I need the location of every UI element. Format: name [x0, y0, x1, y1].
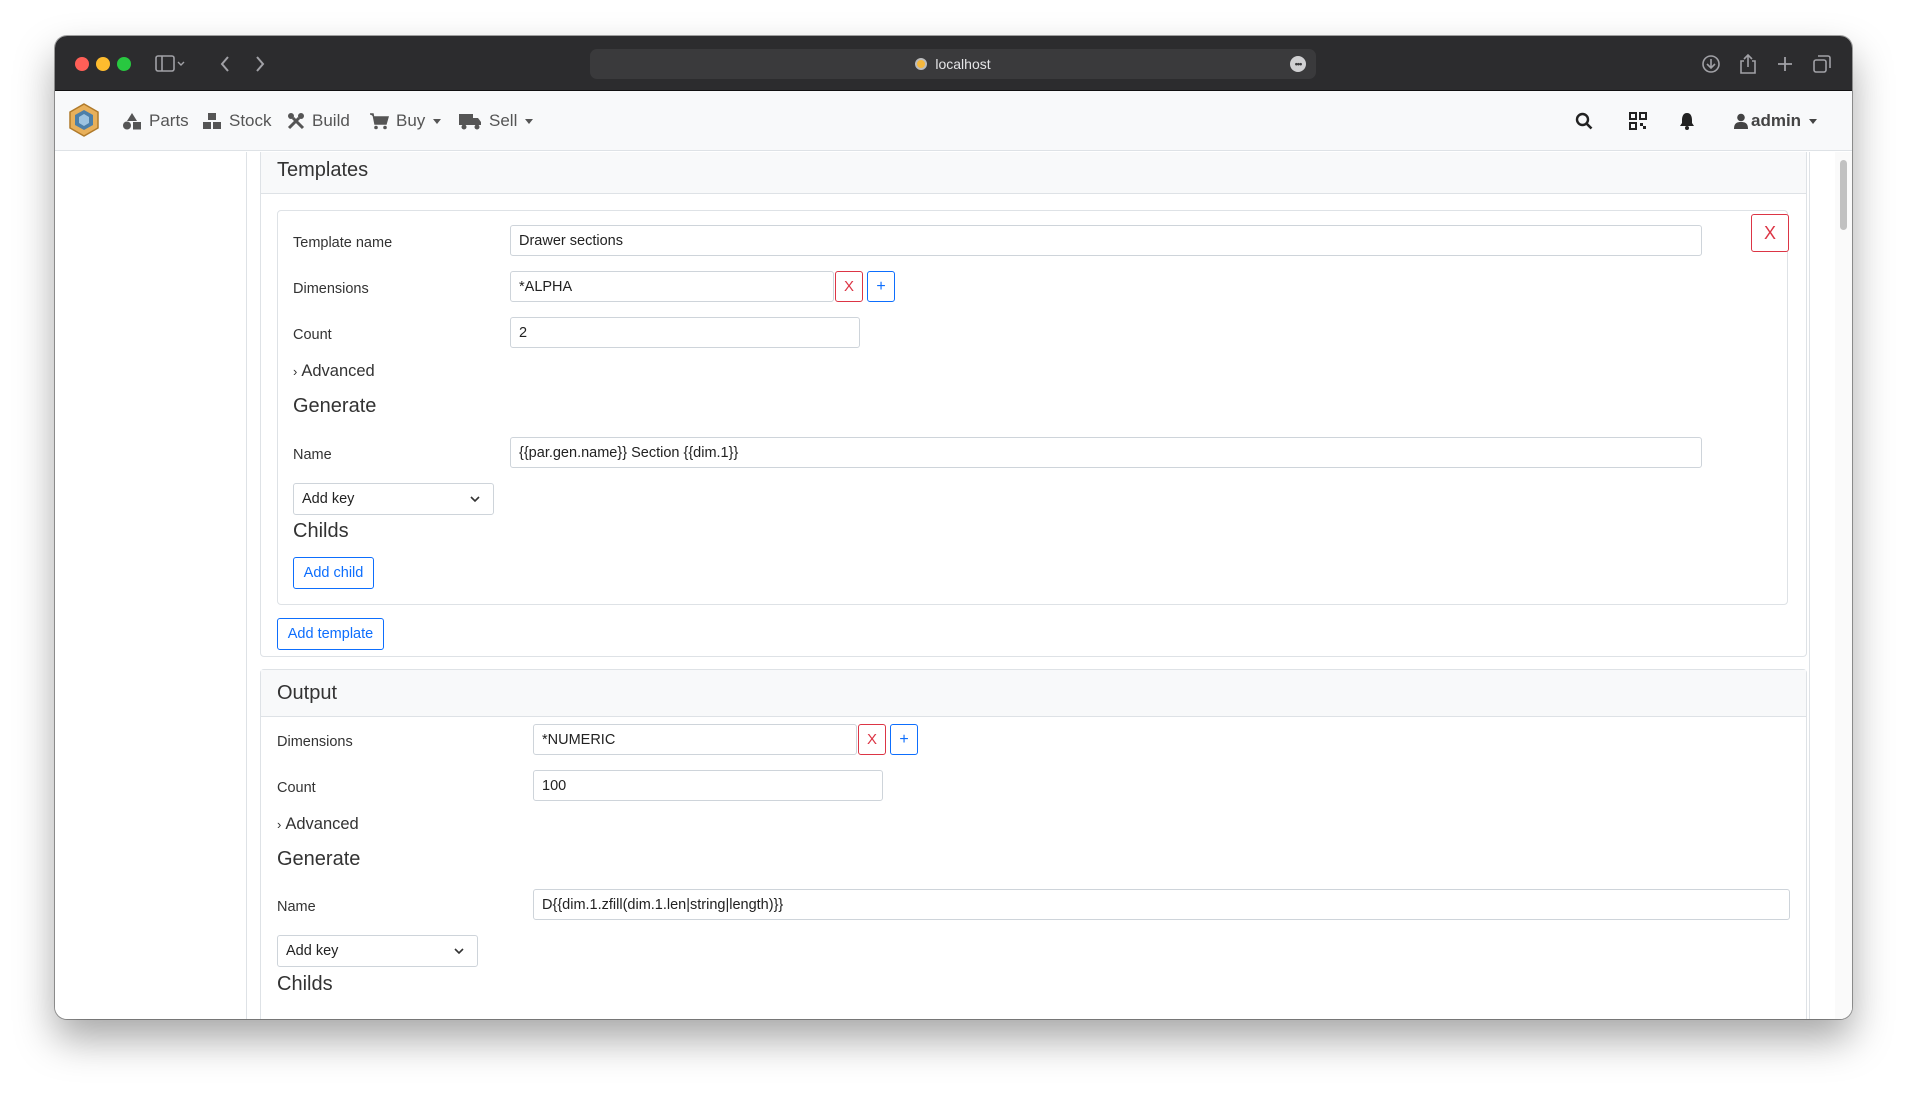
browser-toolbar: localhost •••: [55, 36, 1852, 91]
forward-icon[interactable]: [250, 53, 270, 75]
share-icon[interactable]: [1737, 53, 1759, 75]
site-favicon-icon: [915, 58, 928, 70]
scrollbar-thumb[interactable]: [1840, 160, 1847, 230]
templates-card: Templates X Template name Drawer section…: [260, 152, 1807, 657]
template-count-input[interactable]: 2: [510, 317, 860, 348]
template-dimension-input[interactable]: *ALPHA: [510, 271, 834, 302]
back-icon[interactable]: [215, 53, 235, 75]
output-count-label: Count: [277, 780, 316, 796]
template-dimensions-label: Dimensions: [293, 281, 369, 297]
nav-parts[interactable]: Parts: [122, 109, 189, 133]
add-template-button[interactable]: Add template: [277, 618, 384, 650]
boxes-icon: [203, 113, 221, 129]
output-remove-dimension-button[interactable]: X: [858, 724, 886, 755]
templates-header: Templates: [261, 152, 1806, 194]
download-icon[interactable]: [1700, 53, 1722, 75]
user-menu[interactable]: admin: [1734, 109, 1818, 133]
tab-overview-icon[interactable]: [1811, 53, 1833, 75]
new-tab-icon[interactable]: [1774, 53, 1796, 75]
user-icon: [1734, 113, 1748, 129]
template-name-input[interactable]: Drawer sections: [510, 225, 1702, 256]
template-advanced-toggle[interactable]: › Advanced: [293, 362, 375, 381]
shapes-icon: [123, 113, 141, 130]
output-gen-name-input[interactable]: D{{dim.1.zfill(dim.1.len|string|length)}…: [533, 889, 1790, 920]
template-generate-title: Generate: [293, 395, 377, 417]
chevron-down-icon: [1809, 118, 1818, 124]
template-advanced-label: Advanced: [301, 362, 375, 380]
output-add-key-label: Add key: [286, 943, 339, 959]
content-divider: [1809, 152, 1810, 1019]
nav-buy-label: Buy: [396, 111, 426, 130]
template-count-label: Count: [293, 327, 332, 343]
search-icon[interactable]: [1575, 109, 1593, 133]
url-text: localhost: [935, 56, 991, 72]
main-content: Templates X Template name Drawer section…: [55, 152, 1852, 1019]
cart-icon: [370, 113, 389, 130]
remove-dimension-button[interactable]: X: [835, 271, 863, 302]
output-add-dimension-button[interactable]: +: [890, 724, 918, 755]
sidebar-divider: [246, 152, 247, 1019]
nav-build[interactable]: Build: [287, 109, 350, 133]
chevron-right-icon: ›: [293, 364, 298, 379]
nav-sell[interactable]: Sell: [458, 109, 534, 133]
nav-parts-label: Parts: [149, 111, 189, 130]
scrollbar[interactable]: [1835, 152, 1852, 1019]
template-add-key-select[interactable]: Add key: [293, 483, 494, 515]
bell-icon[interactable]: [1678, 109, 1696, 133]
output-count-input[interactable]: 100: [533, 770, 883, 801]
output-advanced-toggle[interactable]: › Advanced: [277, 815, 359, 834]
output-gen-name-label: Name: [277, 899, 316, 915]
output-childs-title: Childs: [277, 973, 333, 995]
template-gen-name-label: Name: [293, 447, 332, 463]
chevron-down-icon: [433, 118, 442, 124]
output-dimensions-label: Dimensions: [277, 734, 353, 750]
chevron-right-icon: ›: [277, 817, 282, 832]
template-gen-name-input[interactable]: {{par.gen.name}} Section {{dim.1}}: [510, 437, 1702, 468]
nav-stock[interactable]: Stock: [202, 109, 272, 133]
minimize-window-button[interactable]: [96, 57, 110, 71]
output-dimension-input[interactable]: *NUMERIC: [533, 724, 857, 755]
add-dimension-button[interactable]: +: [867, 271, 895, 302]
output-add-key-select[interactable]: Add key: [277, 935, 478, 967]
browser-window: localhost ••• Parts Stock Build Buy Sell…: [55, 36, 1852, 1019]
tools-icon: [287, 113, 305, 130]
add-child-button[interactable]: Add child: [293, 557, 374, 589]
chevron-down-icon: [454, 948, 464, 955]
template-item: X Template name Drawer sections Dimensio…: [277, 210, 1789, 605]
output-advanced-label: Advanced: [285, 815, 359, 833]
output-generate-title: Generate: [277, 848, 361, 870]
nav-stock-label: Stock: [229, 111, 272, 130]
user-name: admin: [1751, 111, 1802, 130]
qrcode-icon[interactable]: [1629, 109, 1647, 133]
output-card: Output Dimensions *NUMERIC X + Count 100…: [260, 669, 1807, 1019]
nav-buy[interactable]: Buy: [369, 109, 442, 133]
chevron-down-icon: [470, 496, 480, 503]
close-window-button[interactable]: [75, 57, 89, 71]
template-add-key-label: Add key: [302, 491, 355, 507]
inventree-logo[interactable]: [68, 103, 100, 137]
output-header: Output: [261, 670, 1806, 717]
app-navbar: Parts Stock Build Buy Sell admin: [55, 91, 1852, 151]
remove-template-button[interactable]: X: [1751, 214, 1789, 252]
sidebar-toggle-icon[interactable]: [152, 53, 188, 75]
template-name-label: Template name: [293, 235, 393, 251]
nav-sell-label: Sell: [489, 111, 518, 130]
truck-icon: [459, 114, 481, 130]
address-bar[interactable]: localhost •••: [590, 49, 1316, 79]
template-childs-title: Childs: [293, 520, 349, 542]
more-options-icon[interactable]: •••: [1290, 56, 1306, 72]
chevron-down-icon: [525, 118, 534, 124]
maximize-window-button[interactable]: [117, 57, 131, 71]
nav-build-label: Build: [312, 111, 350, 130]
